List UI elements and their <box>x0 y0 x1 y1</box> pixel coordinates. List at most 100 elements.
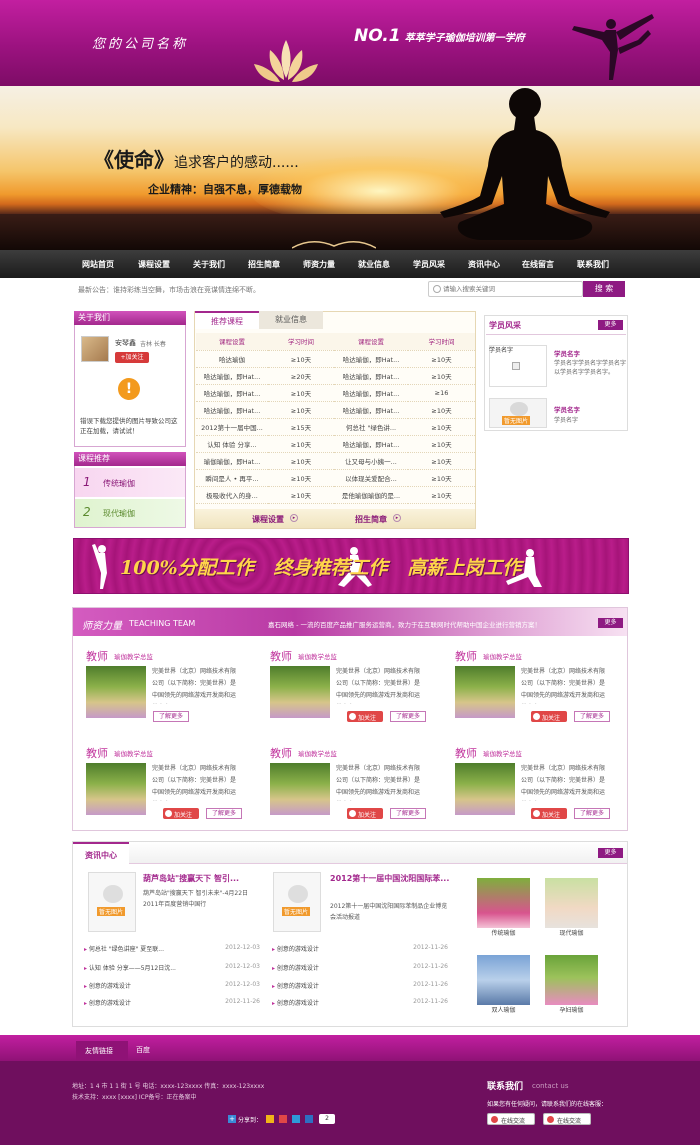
course-name[interactable]: 哈达瑜伽，即Hat... <box>196 367 268 385</box>
qq-chat-button[interactable]: 在线交流 <box>543 1113 591 1125</box>
weibo-follow-button[interactable]: 加关注 <box>531 808 567 819</box>
recommend-label: 传统瑜伽 <box>103 479 135 488</box>
course-name[interactable]: 哈达瑜伽 <box>196 350 268 368</box>
learn-more-button[interactable]: 了解更多 <box>390 711 426 722</box>
learn-more-button[interactable]: 了解更多 <box>574 808 610 819</box>
follow-button[interactable]: +加关注 <box>115 352 149 363</box>
course-name[interactable]: 何总社 "绿色讲... <box>334 418 408 436</box>
nav-item-about[interactable]: 关于我们 <box>193 259 225 270</box>
teacher-photo[interactable] <box>86 666 146 718</box>
news-header-bar <box>73 842 627 864</box>
nav-item-contact[interactable]: 联系我们 <box>577 259 609 270</box>
student-photo-placeholder[interactable]: 暂无图片 <box>489 398 547 428</box>
course-settings-link[interactable]: 课程设置 <box>252 514 284 525</box>
news-link[interactable]: ▸ 创意的游戏设计 2012-11-26 <box>272 998 448 1007</box>
course-name[interactable]: 2012第十一届中国... <box>196 418 268 436</box>
tab-job-info[interactable]: 就业信息 <box>259 311 323 329</box>
weibo-share-icon[interactable] <box>279 1115 287 1123</box>
course-name[interactable]: 让又母与小姨一... <box>334 452 408 470</box>
learn-more-button[interactable]: 了解更多 <box>206 808 242 819</box>
nav-item-home[interactable]: 网站首页 <box>82 259 114 270</box>
featured-news-title[interactable]: 葫芦岛站"搜赢天下 智引... <box>143 873 255 884</box>
course-name[interactable]: 哈达瑜伽，即Hat... <box>334 350 408 368</box>
nav-item-news[interactable]: 资讯中心 <box>468 259 500 270</box>
tab-recommended-courses[interactable]: 推荐课程 <box>195 311 259 329</box>
qzone-icon[interactable] <box>266 1115 274 1123</box>
course-name[interactable]: 哈达瑜伽，即Hat... <box>196 401 268 419</box>
gallery-photo-traditional[interactable] <box>477 878 530 928</box>
course-name[interactable]: 认知 体验 分享... <box>196 435 268 453</box>
weibo-icon <box>165 810 172 817</box>
teaching-more-button[interactable]: 更多 <box>598 618 623 628</box>
news-image-placeholder[interactable]: 暂无图片 <box>88 872 136 932</box>
news-link[interactable]: ▸ 创意的游戏设计 2012-11-26 <box>272 944 448 953</box>
weibo-follow-button[interactable]: 加关注 <box>531 711 567 722</box>
news-link[interactable]: ▸ 创意的游戏设计 2012-11-26 <box>272 963 448 972</box>
renren-icon[interactable] <box>305 1115 313 1123</box>
news-tab[interactable]: 资讯中心 <box>73 842 129 864</box>
nav-item-faculty[interactable]: 师资力量 <box>303 259 335 270</box>
teacher-photo[interactable] <box>455 763 515 815</box>
news-more-button[interactable]: 更多 <box>598 848 623 858</box>
gallery-photo-modern[interactable] <box>545 878 598 928</box>
news-link[interactable]: ▸ 创意的游戏设计 2012-12-03 <box>84 981 260 990</box>
news-image-placeholder[interactable]: 暂无图片 <box>273 872 321 932</box>
nav-item-students[interactable]: 学员风采 <box>413 259 445 270</box>
recommend-item-traditional[interactable]: 1 传统瑜伽 <box>75 468 185 497</box>
course-name[interactable]: 是他瑜伽瑜伽的是... <box>334 486 408 504</box>
teacher-photo[interactable] <box>86 763 146 815</box>
students-more-button[interactable]: 更多 <box>598 320 623 330</box>
featured-news-title[interactable]: 2012第十一届中国沈阳国际苯... <box>330 873 450 885</box>
friend-link[interactable]: 百度 <box>136 1045 150 1055</box>
news-title: 资讯中心 <box>85 851 117 860</box>
nav-item-jobs[interactable]: 就业信息 <box>358 259 390 270</box>
course-name[interactable]: 极吸收代入的身... <box>196 486 268 504</box>
gallery-caption: 现代瑜伽 <box>559 930 584 937</box>
nav-item-admissions[interactable]: 招生简章 <box>248 259 280 270</box>
tencent-icon[interactable] <box>292 1115 300 1123</box>
teacher-photo[interactable] <box>270 666 330 718</box>
recommend-item-modern[interactable]: 2 现代瑜伽 <box>75 499 185 527</box>
student-name[interactable]: 学员名字 <box>554 404 580 414</box>
search-button[interactable]: 搜 索 <box>583 281 625 297</box>
nav-item-courses[interactable]: 课程设置 <box>138 259 170 270</box>
hero-banner: 《使命》追求客户的感动...... 企业精神：自强不息，厚德载物 <box>0 86 700 250</box>
weibo-follow-button[interactable]: 加关注 <box>163 808 199 819</box>
recruitment-ad-banner[interactable]: 100%分配工作 终身推荐工作 高薪上岗工作 <box>73 538 629 594</box>
course-name[interactable]: 以体现关爱配合... <box>334 469 408 487</box>
teacher-photo[interactable] <box>455 666 515 718</box>
news-link[interactable]: ▸ 何总社 "绿色讲座" 夏至联... 2012-12-03 <box>84 944 260 953</box>
gallery-photo-prenatal[interactable] <box>545 955 598 1005</box>
weibo-follow-button[interactable]: 加关注 <box>347 808 383 819</box>
search-input[interactable] <box>443 283 581 295</box>
qq-chat-button[interactable]: 在线交流 <box>487 1113 535 1125</box>
nav-item-message[interactable]: 在线留言 <box>522 259 554 270</box>
gallery-caption: 传统瑜伽 <box>491 930 516 937</box>
learn-more-button[interactable]: 了解更多 <box>574 711 610 722</box>
arrow-right-icon: ▸ <box>290 514 298 522</box>
course-name[interactable]: 哈达瑜伽，即Hat... <box>334 367 408 385</box>
gallery-photo-partner[interactable] <box>477 955 530 1005</box>
table-row: 哈达瑜伽 ≥10天 哈达瑜伽，即Hat... ≥10天 <box>196 350 475 368</box>
news-link[interactable]: ▸ 创意的游戏设计 2012-11-26 <box>84 998 260 1007</box>
teacher-photo[interactable] <box>270 763 330 815</box>
course-name[interactable]: 哈达瑜伽，即Hat... <box>334 435 408 453</box>
news-link[interactable]: ▸ 创意的游戏设计 2012-11-26 <box>272 981 448 990</box>
course-name[interactable]: 瑜伽瑜伽，即Hat... <box>196 452 268 470</box>
student-name[interactable]: 学员名字 <box>554 348 580 358</box>
course-name[interactable]: 哈达瑜伽，即Hat... <box>334 401 408 419</box>
weibo-follow-button[interactable]: 加关注 <box>347 711 383 722</box>
course-name[interactable]: 哈达瑜伽，即Hat... <box>334 384 408 402</box>
course-duration: ≥10天 <box>268 350 334 368</box>
gallery-caption: 双人瑜伽 <box>491 1007 516 1014</box>
ad-banner-text: 100%分配工作 终身推荐工作 高薪上岗工作 <box>120 557 522 579</box>
admissions-link[interactable]: 招生简章 <box>355 514 387 525</box>
share-plus-icon[interactable]: + <box>228 1115 236 1123</box>
learn-more-button[interactable]: 了解更多 <box>390 808 426 819</box>
course-name[interactable]: 哈达瑜伽，即Hat... <box>196 384 268 402</box>
qq-icon <box>547 1116 554 1123</box>
news-link[interactable]: ▸ 认知 体验 分享——5月12日沈... 2012-12-03 <box>84 963 260 972</box>
teacher-desc: 完美世界（北京）网络技术有限公司（以下简称：完美世界）是中国领先的网络游戏开发商… <box>521 668 606 699</box>
learn-more-button[interactable]: 了解更多 <box>153 711 189 722</box>
course-name[interactable]: 瞬间是人 • 再平... <box>196 469 268 487</box>
